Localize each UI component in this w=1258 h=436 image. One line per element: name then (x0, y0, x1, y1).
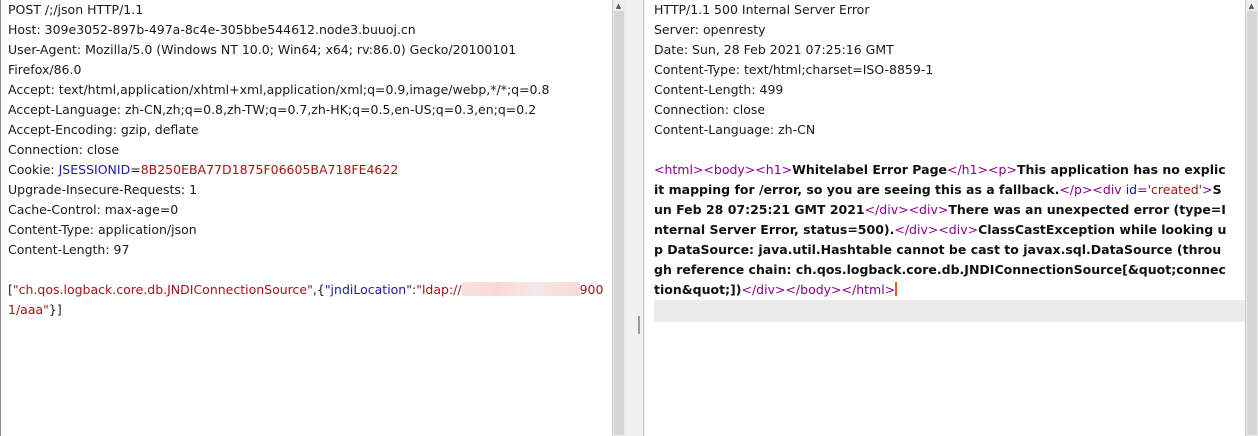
scroll-up-icon[interactable]: ▲ (613, 1, 624, 11)
body-value-start: "ldap:// (416, 282, 462, 297)
attr-equals: = (1137, 182, 1148, 197)
header-content-length: Content-Length: 97 (8, 242, 130, 257)
tag-div-close-4: </ (785, 282, 801, 297)
response-scrollbar-thumb[interactable] (1247, 11, 1257, 435)
attr-value: 'created' (1147, 182, 1203, 197)
tag-div: <div> (908, 202, 949, 217)
redacted-host (461, 282, 580, 296)
tag-h1: <h1> (755, 162, 793, 177)
body-class-string: "ch.qos.logback.core.db.JNDIConnectionSo… (12, 282, 313, 297)
request-body-line-1: ["ch.qos.logback.core.db.JNDIConnectionS… (8, 280, 612, 300)
resp-header-connection: Connection: close (654, 102, 766, 117)
response-scrollbar[interactable]: ▲ (1245, 0, 1258, 436)
request-header-lines: POST /;/json HTTP/1.1 Host: 309e3052-897… (8, 0, 612, 160)
cookie-name: JSESSIONID (58, 162, 131, 177)
request-scrollbar-thumb[interactable] (614, 11, 624, 435)
body-close: }] (48, 302, 62, 317)
splitter-grip-icon[interactable] (638, 316, 640, 334)
response-content: HTTP/1.1 500 Internal Server Error Serve… (654, 0, 1245, 322)
request-editor[interactable]: POST /;/json HTTP/1.1 Host: 309e3052-897… (8, 0, 612, 436)
header-host: Host: 309e3052-897b-497a-8c4e-305bbe5446… (8, 22, 416, 37)
attr-id: id (1125, 182, 1138, 197)
tag-html: <html> (654, 162, 704, 177)
resp-header-content-length: Content-Length: 499 (654, 82, 784, 97)
cookie-label: Cookie: (8, 162, 59, 177)
pane-splitter[interactable] (625, 0, 645, 436)
header-accept-encoding: Accept-Encoding: gzip, deflate (8, 122, 199, 137)
body-value-end: 900 (579, 282, 604, 297)
tag-h1-close: </h1> (947, 162, 989, 177)
resp-header-server: Server: openresty (654, 22, 766, 37)
tag-html-close: </html> (841, 282, 896, 297)
resp-header-content-language: Content-Language: zh-CN (654, 122, 816, 137)
resp-header-content-type: Content-Type: text/html;charset=ISO-8859… (654, 62, 934, 77)
response-body: <html><body><h1>Whitelabel Error Page</h… (654, 160, 1229, 300)
body-value-line2: 1/aaa" (8, 302, 49, 317)
header-cookie: Cookie: JSESSIONID=8B250EBA77D1875F06605… (8, 160, 612, 180)
resp-header-date: Date: Sun, 28 Feb 2021 07:25:16 GMT (654, 42, 894, 57)
header-content-type: Content-Type: application/json (8, 222, 197, 237)
header-user-agent-cont: Firefox/86.0 (8, 62, 82, 77)
tag-p: <p> (988, 162, 1017, 177)
h1-text: Whitelabel Error Page (792, 162, 947, 177)
header-accept-language: Accept-Language: zh-CN,zh;q=0.8,zh-TW;q=… (8, 102, 537, 117)
tag-gt: > (1202, 182, 1213, 197)
tag-div-open: <div (1092, 182, 1126, 197)
request-pane[interactable]: POST /;/json HTTP/1.1 Host: 309e3052-897… (0, 0, 625, 436)
header-cache-control: Cache-Control: max-age=0 (8, 202, 179, 217)
header-upgrade: Upgrade-Insecure-Requests: 1 (8, 182, 198, 197)
tag-div-close: </div> (864, 202, 909, 217)
text-caret (895, 282, 898, 296)
tag-body-close: ody> (808, 282, 842, 297)
tag-body: <body> (703, 162, 756, 177)
body-key: "jndiLocation" (324, 282, 412, 297)
tag-div-close-4b: b (800, 282, 809, 297)
tag-div-close-2: </div> (894, 222, 939, 237)
response-pane[interactable]: HTTP/1.1 500 Internal Server Error Serve… (645, 0, 1258, 436)
header-accept: Accept: text/html,application/xhtml+xml,… (8, 82, 550, 97)
splitter-border (643, 0, 644, 436)
header-user-agent: User-Agent: Mozilla/5.0 (Windows NT 10.0… (8, 42, 517, 57)
header-connection: Connection: close (8, 142, 120, 157)
request-scrollbar[interactable]: ▲ (612, 0, 625, 436)
cookie-equals: = (130, 162, 141, 177)
tag-p-close: </p> (1059, 182, 1093, 197)
status-line: HTTP/1.1 500 Internal Server Error (654, 2, 870, 17)
tag-div-close-3: </div> (741, 282, 786, 297)
current-line-highlight (654, 300, 1245, 322)
request-line: POST /;/json HTTP/1.1 (8, 2, 144, 17)
tag-div-2: <div> (938, 222, 979, 237)
request-body-line-2: 1/aaa"}] (8, 300, 612, 320)
cookie-value: 8B250EBA77D1875F06605BA718FE4622 (140, 162, 399, 177)
scroll-up-icon[interactable]: ▲ (1246, 1, 1257, 11)
response-viewer[interactable]: HTTP/1.1 500 Internal Server Error Serve… (654, 0, 1245, 436)
body-mid: ,{ (312, 282, 325, 297)
